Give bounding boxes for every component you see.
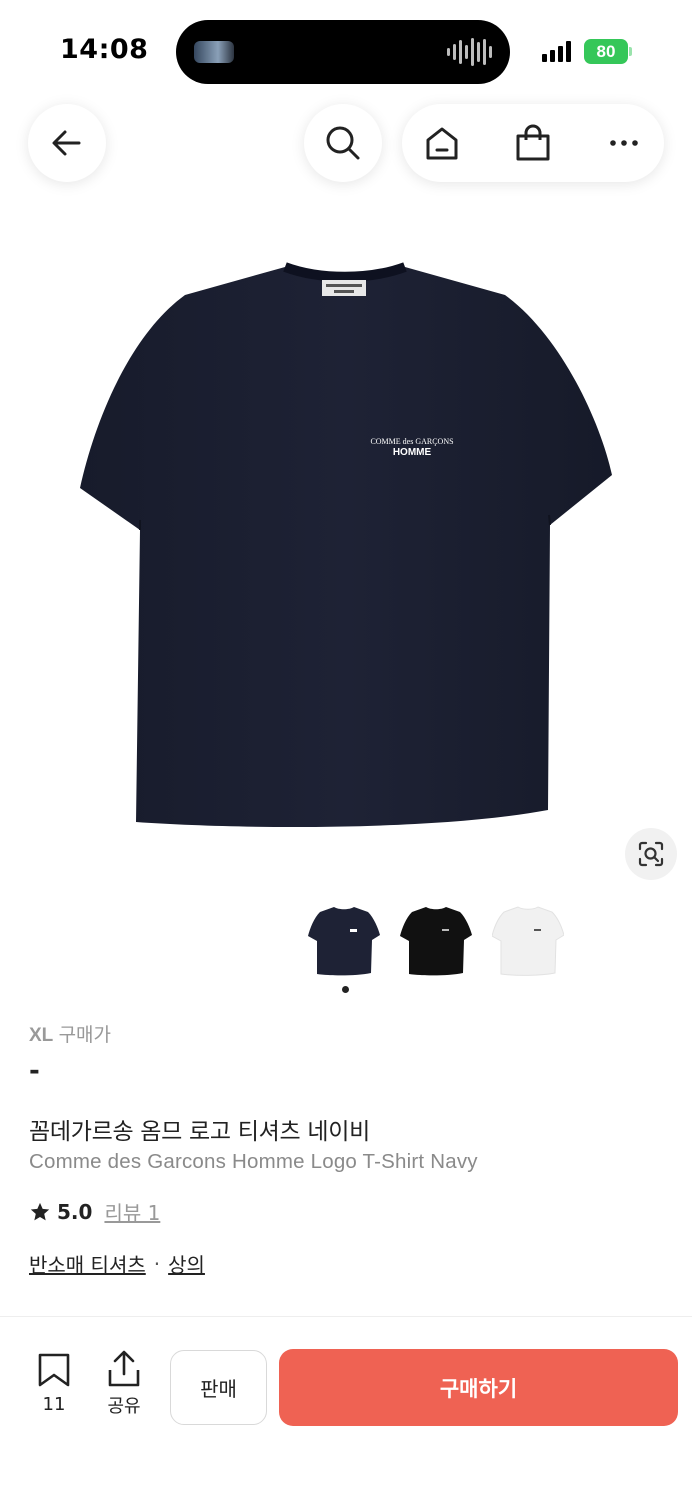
audio-wave-icon (447, 38, 492, 66)
navy-tshirt-image: COMME des GARÇONS HOMME (80, 262, 612, 827)
back-button[interactable] (28, 104, 106, 182)
bookmark-button[interactable]: 11 (30, 1352, 78, 1415)
thumbnail-navy[interactable] (306, 898, 382, 982)
share-label: 공유 (107, 1396, 141, 1417)
more-icon (610, 140, 638, 146)
buy-button[interactable]: 구매하기 (279, 1349, 678, 1426)
category-breadcrumb: 반소매 티셔츠 · 상의 (29, 1249, 205, 1278)
thumbnail-strip (306, 898, 566, 982)
cellular-signal-icon (542, 40, 571, 62)
search-icon (326, 126, 360, 160)
cart-button[interactable] (513, 123, 553, 163)
home-icon (426, 127, 458, 160)
status-time: 14:08 (60, 34, 149, 65)
carousel-indicator (342, 986, 349, 993)
image-search-button[interactable] (625, 828, 677, 880)
price-value: - (29, 1056, 40, 1086)
lens-icon (638, 841, 664, 867)
back-arrow-icon (52, 130, 81, 156)
share-button[interactable]: 공유 (100, 1350, 148, 1418)
thumbnail-black[interactable] (398, 898, 474, 982)
bookmark-icon (38, 1353, 70, 1387)
search-button[interactable] (304, 104, 382, 182)
rating-score: 5.0 (57, 1199, 93, 1224)
bookmark-count: 11 (42, 1394, 66, 1415)
status-bar: 14:08 80 (0, 0, 692, 100)
battery-indicator: 80 (584, 39, 632, 64)
shopping-bag-icon (516, 124, 550, 161)
product-image[interactable]: COMME des GARÇONS HOMME (0, 240, 692, 850)
shirt-logo-line2: HOMME (393, 447, 432, 458)
review-link[interactable]: 리뷰 1 (104, 1197, 160, 1226)
shirt-logo-line1: COMME des GARÇONS (370, 437, 453, 446)
product-title-english: Comme des Garcons Homme Logo T-Shirt Nav… (29, 1150, 478, 1173)
battery-level: 80 (596, 41, 616, 61)
category-separator: · (153, 1251, 161, 1276)
dynamic-island (176, 20, 510, 84)
more-button[interactable] (604, 123, 644, 163)
price-label: 구매가 (58, 1025, 112, 1046)
divider (0, 1316, 692, 1317)
sell-button[interactable]: 판매 (170, 1350, 267, 1425)
category-link-tops[interactable]: 상의 (168, 1249, 205, 1278)
nav-action-group (402, 104, 664, 182)
star-icon (30, 1202, 50, 1220)
product-title-korean: 꼼데가르송 옴므 로고 티셔츠 네이비 (29, 1119, 370, 1145)
size-price-label: XL 구매가 (29, 1020, 111, 1047)
size-value: XL (29, 1025, 54, 1046)
thumbnail-white[interactable] (490, 898, 566, 982)
home-button[interactable] (422, 123, 462, 163)
bottom-action-bar: 11 공유 판매 구매하기 (0, 1330, 692, 1500)
share-icon (108, 1350, 140, 1387)
rating-row: 5.0 리뷰 1 (29, 1197, 160, 1226)
now-playing-artwork (194, 41, 234, 63)
category-link-short-sleeve[interactable]: 반소매 티셔츠 (29, 1249, 146, 1278)
